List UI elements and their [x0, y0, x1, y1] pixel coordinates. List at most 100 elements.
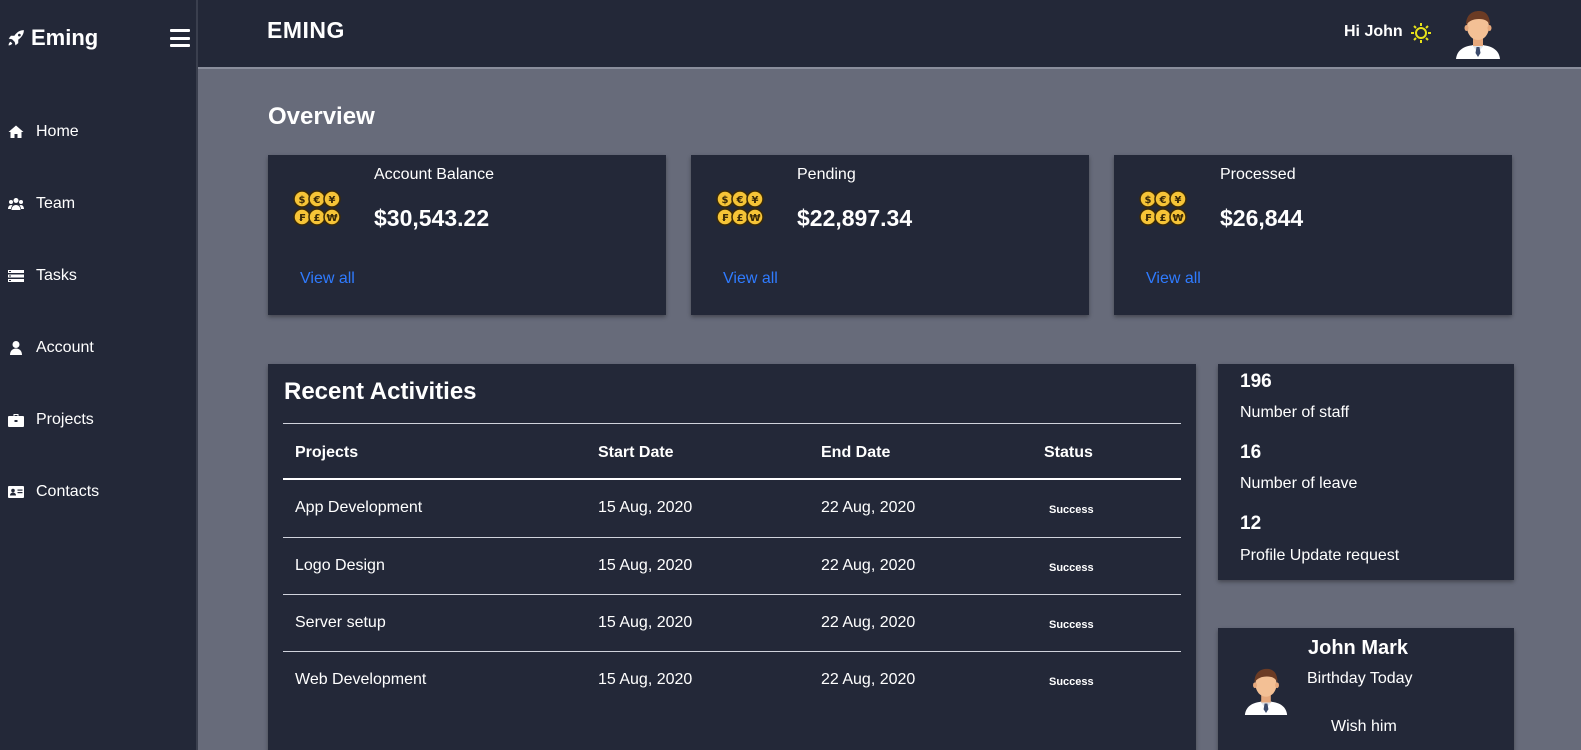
sidebar: Eming Home Team Tasks Account Projects C…: [0, 0, 198, 750]
svg-text:€: €: [736, 195, 744, 206]
column-header: Projects: [295, 444, 359, 461]
svg-text:₩: ₩: [1172, 213, 1183, 224]
activities-heading: Recent Activities: [284, 378, 477, 405]
svg-text:¥: ¥: [329, 195, 336, 206]
end-date-cell: 22 Aug, 2020: [821, 557, 916, 574]
account-balance-card: $ € ¥ ₣ £ ₩ Account Balance $30,543.22 View …: [268, 155, 666, 315]
user-avatar-icon[interactable]: [1453, 7, 1503, 59]
sidebar-item-label: Projects: [36, 411, 94, 428]
status-badge: Success: [1049, 562, 1094, 574]
top-header: EMING Hi John: [198, 0, 1581, 69]
svg-text:¥: ¥: [752, 195, 759, 206]
svg-text:£: £: [737, 213, 744, 224]
sidebar-item-account[interactable]: Account: [0, 312, 196, 384]
recent-activities-panel: Recent Activities Projects Start Date En…: [268, 364, 1196, 750]
table-row[interactable]: Logo Design 15 Aug, 2020 22 Aug, 2020 Su…: [283, 537, 1181, 594]
svg-text:₣: ₣: [299, 213, 306, 224]
view-all-link[interactable]: View all: [300, 270, 355, 288]
overview-heading: Overview: [268, 103, 375, 130]
start-date-cell: 15 Aug, 2020: [598, 499, 693, 516]
svg-text:¥: ¥: [1175, 195, 1182, 206]
svg-text:$: $: [722, 195, 729, 206]
rocket-icon: [8, 30, 24, 46]
user-icon: [10, 341, 22, 355]
status-badge: Success: [1049, 504, 1094, 516]
sidebar-nav: Home Team Tasks Account Projects Contact…: [0, 96, 196, 528]
staff-count: 196: [1240, 371, 1272, 392]
column-header: Status: [1044, 444, 1093, 461]
view-all-link[interactable]: View all: [1146, 270, 1201, 288]
status-badge: Success: [1049, 676, 1094, 688]
table-row[interactable]: App Development 15 Aug, 2020 22 Aug, 202…: [283, 480, 1181, 537]
project-cell: Server setup: [295, 614, 386, 631]
staff-label: Number of staff: [1240, 404, 1350, 421]
leave-count: 16: [1240, 442, 1262, 463]
home-icon: [8, 125, 24, 138]
svg-text:₩: ₩: [326, 213, 337, 224]
page-title: EMING: [267, 17, 345, 43]
stats-panel: 196 Number of staff 16 Number of leave 1…: [1218, 364, 1514, 580]
card-value: $22,897.34: [797, 205, 913, 231]
list-icon: [8, 270, 24, 282]
svg-text:£: £: [1160, 213, 1167, 224]
briefcase-icon: [8, 414, 24, 427]
status-badge: Success: [1049, 619, 1094, 631]
card-value: $30,543.22: [374, 205, 490, 231]
svg-text:₣: ₣: [722, 213, 729, 224]
start-date-cell: 15 Aug, 2020: [598, 614, 693, 631]
sidebar-item-team[interactable]: Team: [0, 168, 196, 240]
table-row[interactable]: Web Development 15 Aug, 2020 22 Aug, 202…: [283, 651, 1181, 708]
currency-coins-icon: $ € ¥ ₣ £ ₩: [716, 190, 764, 226]
card-label: Processed: [1220, 166, 1296, 183]
brand[interactable]: Eming: [7, 25, 98, 51]
project-cell: Web Development: [295, 671, 427, 688]
start-date-cell: 15 Aug, 2020: [598, 671, 693, 688]
birthday-subtitle: Birthday Today: [1307, 670, 1413, 687]
pending-card: $ € ¥ ₣ £ ₩ Pending $22,897.34 View all: [691, 155, 1089, 315]
table-header-row: Projects Start Date End Date Status: [283, 423, 1181, 480]
currency-coins-icon: $ € ¥ ₣ £ ₩: [1139, 190, 1187, 226]
svg-text:$: $: [1145, 195, 1152, 206]
project-cell: App Development: [295, 499, 423, 516]
view-all-link[interactable]: View all: [723, 270, 778, 288]
brand-name: Eming: [31, 25, 99, 50]
column-header: Start Date: [598, 444, 674, 461]
birthday-name: John Mark: [1308, 637, 1409, 659]
leave-label: Number of leave: [1240, 475, 1358, 492]
start-date-cell: 15 Aug, 2020: [598, 557, 693, 574]
currency-coins-icon: $ € ¥ ₣ £ ₩: [293, 190, 341, 226]
svg-text:€: €: [1159, 195, 1167, 206]
sun-icon[interactable]: [1410, 22, 1432, 44]
project-cell: Logo Design: [295, 557, 385, 574]
sidebar-item-label: Home: [36, 123, 79, 140]
sidebar-item-contacts[interactable]: Contacts: [0, 456, 196, 528]
sidebar-item-home[interactable]: Home: [0, 96, 196, 168]
svg-text:₩: ₩: [749, 213, 760, 224]
svg-text:€: €: [313, 195, 321, 206]
column-header: End Date: [821, 444, 891, 461]
card-label: Account Balance: [374, 166, 495, 183]
profile-update-label: Profile Update request: [1240, 547, 1400, 564]
sidebar-item-tasks[interactable]: Tasks: [0, 240, 196, 312]
end-date-cell: 22 Aug, 2020: [821, 499, 916, 516]
card-value: $26,844: [1220, 205, 1304, 231]
end-date-cell: 22 Aug, 2020: [821, 671, 916, 688]
id-card-icon: [8, 486, 24, 498]
end-date-cell: 22 Aug, 2020: [821, 614, 916, 631]
sidebar-item-label: Account: [36, 339, 94, 356]
table-row[interactable]: Server setup 15 Aug, 2020 22 Aug, 2020 S…: [283, 594, 1181, 651]
wish-him-button[interactable]: Wish him: [1331, 718, 1397, 736]
birthday-card: John Mark Birthday Today Wish him: [1218, 628, 1514, 750]
card-label: Pending: [797, 166, 856, 183]
sidebar-item-label: Tasks: [36, 267, 77, 284]
svg-text:$: $: [299, 195, 306, 206]
hamburger-icon[interactable]: [170, 29, 190, 47]
processed-card: $ € ¥ ₣ £ ₩ Processed $26,844 View all: [1114, 155, 1512, 315]
svg-text:₣: ₣: [1145, 213, 1152, 224]
svg-text:£: £: [314, 213, 321, 224]
user-avatar-icon: [1244, 668, 1288, 715]
sidebar-item-label: Contacts: [36, 483, 100, 500]
greeting-text: Hi John: [1344, 23, 1403, 40]
profile-update-count: 12: [1240, 513, 1262, 534]
sidebar-item-projects[interactable]: Projects: [0, 384, 196, 456]
